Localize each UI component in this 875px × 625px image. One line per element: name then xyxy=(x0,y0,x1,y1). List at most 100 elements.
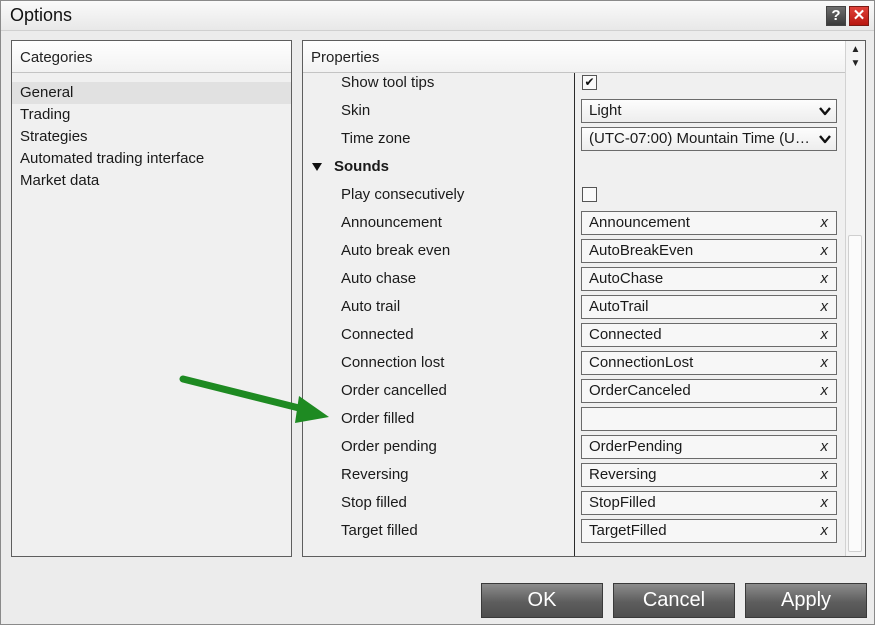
auto-chase-sound-field[interactable]: AutoChase x xyxy=(581,267,837,291)
property-row-connected: Connected Connected x xyxy=(303,321,845,349)
connected-sound-value: Connected xyxy=(589,326,662,343)
order-filled-sound-field[interactable] xyxy=(581,407,837,431)
skin-select-value: Light xyxy=(589,102,622,119)
connected-sound-field[interactable]: Connected x xyxy=(581,323,837,347)
scroll-down-icon[interactable]: ▼ xyxy=(846,57,865,71)
scrollbar-thumb[interactable] xyxy=(848,235,862,552)
property-label: Order cancelled xyxy=(341,382,447,399)
title-bar: Options ? ✕ xyxy=(1,1,874,31)
property-row-connection-lost: Connection lost ConnectionLost x xyxy=(303,349,845,377)
property-label: Stop filled xyxy=(341,494,407,511)
property-row-auto-trail: Auto trail AutoTrail x xyxy=(303,293,845,321)
clear-icon[interactable]: x xyxy=(821,268,829,290)
property-label: Reversing xyxy=(341,466,409,483)
reversing-sound-field[interactable]: Reversing x xyxy=(581,463,837,487)
property-row-announcement: Announcement Announcement x xyxy=(303,209,845,237)
target-filled-sound-field[interactable]: TargetFilled x xyxy=(581,519,837,543)
clear-icon[interactable]: x xyxy=(821,464,829,486)
auto-break-even-sound-value: AutoBreakEven xyxy=(589,242,694,259)
property-label: Connection lost xyxy=(341,354,445,371)
help-button[interactable]: ? xyxy=(826,6,846,26)
property-label: Auto break even xyxy=(341,242,451,259)
order-cancelled-sound-field[interactable]: OrderCanceled x xyxy=(581,379,837,403)
time-zone-select-value: (UTC-07:00) Mountain Time (US & Canada) xyxy=(589,130,836,147)
reversing-sound-value: Reversing xyxy=(589,466,657,483)
category-item-market-data[interactable]: Market data xyxy=(12,170,291,192)
auto-break-even-sound-field[interactable]: AutoBreakEven x xyxy=(581,239,837,263)
property-label: Announcement xyxy=(341,214,442,231)
property-row-play-consecutively: Play consecutively xyxy=(303,181,845,209)
clear-icon[interactable]: x xyxy=(821,492,829,514)
property-row-auto-break-even: Auto break even AutoBreakEven x xyxy=(303,237,845,265)
order-cancelled-sound-value: OrderCanceled xyxy=(589,382,691,399)
category-item-general[interactable]: General xyxy=(12,82,291,104)
order-pending-sound-field[interactable]: OrderPending x xyxy=(581,435,837,459)
clear-icon[interactable]: x xyxy=(821,296,829,318)
property-label: Time zone xyxy=(341,130,411,147)
clear-icon[interactable]: x xyxy=(821,380,829,402)
property-label: Sounds xyxy=(334,158,389,175)
property-label: Order pending xyxy=(341,438,437,455)
property-label: Auto chase xyxy=(341,270,417,287)
property-row-target-filled: Target filled TargetFilled x xyxy=(303,517,845,545)
property-row-time-zone: Time zone (UTC-07:00) Mountain Time (US &… xyxy=(303,125,845,153)
window-title: Options xyxy=(10,5,73,25)
property-row-order-pending: Order pending OrderPending x xyxy=(303,433,845,461)
category-item-automated-trading-interface[interactable]: Automated trading interface xyxy=(12,148,291,170)
property-label: Order filled xyxy=(341,410,415,427)
properties-scrollbar[interactable]: ▲ ▼ xyxy=(845,41,865,556)
category-item-strategies[interactable]: Strategies xyxy=(12,126,291,148)
property-label: Auto trail xyxy=(341,298,401,315)
stop-filled-sound-value: StopFilled xyxy=(589,494,656,511)
close-button[interactable]: ✕ xyxy=(849,6,869,26)
clear-icon[interactable]: x xyxy=(821,212,829,234)
auto-trail-sound-field[interactable]: AutoTrail x xyxy=(581,295,837,319)
properties-header: Properties xyxy=(303,41,845,73)
property-row-order-filled: Order filled xyxy=(303,405,845,433)
show-tool-tips-checkbox[interactable]: ✔ xyxy=(582,75,597,90)
stop-filled-sound-field[interactable]: StopFilled x xyxy=(581,491,837,515)
categories-header: Categories xyxy=(12,41,291,73)
property-row-show-tool-tips: Show tool tips ✔ xyxy=(303,73,845,97)
property-label: Connected xyxy=(341,326,414,343)
chevron-down-icon[interactable] xyxy=(818,132,832,146)
properties-panel: Properties Show tool tips ✔ Skin Light Time … xyxy=(302,40,866,557)
categories-list: General Trading Strategies Automated tradin… xyxy=(12,82,291,192)
apply-button[interactable]: Apply xyxy=(745,583,867,618)
categories-panel: Categories General Trading Strategies Autom… xyxy=(11,40,292,557)
category-item-trading[interactable]: Trading xyxy=(12,104,291,126)
properties-grid: Show tool tips ✔ Skin Light Time zone (UTC-07… xyxy=(303,73,845,556)
collapse-triangle-icon[interactable] xyxy=(312,163,322,171)
property-row-skin: Skin Light xyxy=(303,97,845,125)
clear-icon[interactable]: x xyxy=(821,324,829,346)
skin-select[interactable]: Light xyxy=(581,99,837,123)
clear-icon[interactable]: x xyxy=(821,520,829,542)
connection-lost-sound-field[interactable]: ConnectionLost x xyxy=(581,351,837,375)
clear-icon[interactable]: x xyxy=(821,240,829,262)
ok-button[interactable]: OK xyxy=(481,583,603,618)
property-row-auto-chase: Auto chase AutoChase x xyxy=(303,265,845,293)
connection-lost-sound-value: ConnectionLost xyxy=(589,354,694,371)
property-row-stop-filled: Stop filled StopFilled x xyxy=(303,489,845,517)
categories-header-label: Categories xyxy=(20,49,93,66)
clear-icon[interactable]: x xyxy=(821,436,829,458)
property-label: Target filled xyxy=(341,522,418,539)
scroll-up-icon[interactable]: ▲ xyxy=(846,43,865,57)
order-pending-sound-value: OrderPending xyxy=(589,438,683,455)
properties-header-label: Properties xyxy=(311,49,380,66)
auto-trail-sound-value: AutoTrail xyxy=(589,298,649,315)
announcement-sound-value: Announcement xyxy=(589,214,690,231)
clear-icon[interactable]: x xyxy=(821,352,829,374)
property-label: Play consecutively xyxy=(341,186,465,203)
options-window: Options ? ✕ Categories General Trading Str… xyxy=(0,0,875,625)
play-consecutively-checkbox[interactable] xyxy=(582,187,597,202)
auto-chase-sound-value: AutoChase xyxy=(589,270,664,287)
cancel-button[interactable]: Cancel xyxy=(613,583,735,618)
section-sounds[interactable]: Sounds xyxy=(303,153,845,181)
property-row-reversing: Reversing Reversing x xyxy=(303,461,845,489)
chevron-down-icon[interactable] xyxy=(818,104,832,118)
announcement-sound-field[interactable]: Announcement x xyxy=(581,211,837,235)
property-row-order-cancelled: Order cancelled OrderCanceled x xyxy=(303,377,845,405)
target-filled-sound-value: TargetFilled xyxy=(589,522,667,539)
time-zone-select[interactable]: (UTC-07:00) Mountain Time (US & Canada) xyxy=(581,127,837,151)
